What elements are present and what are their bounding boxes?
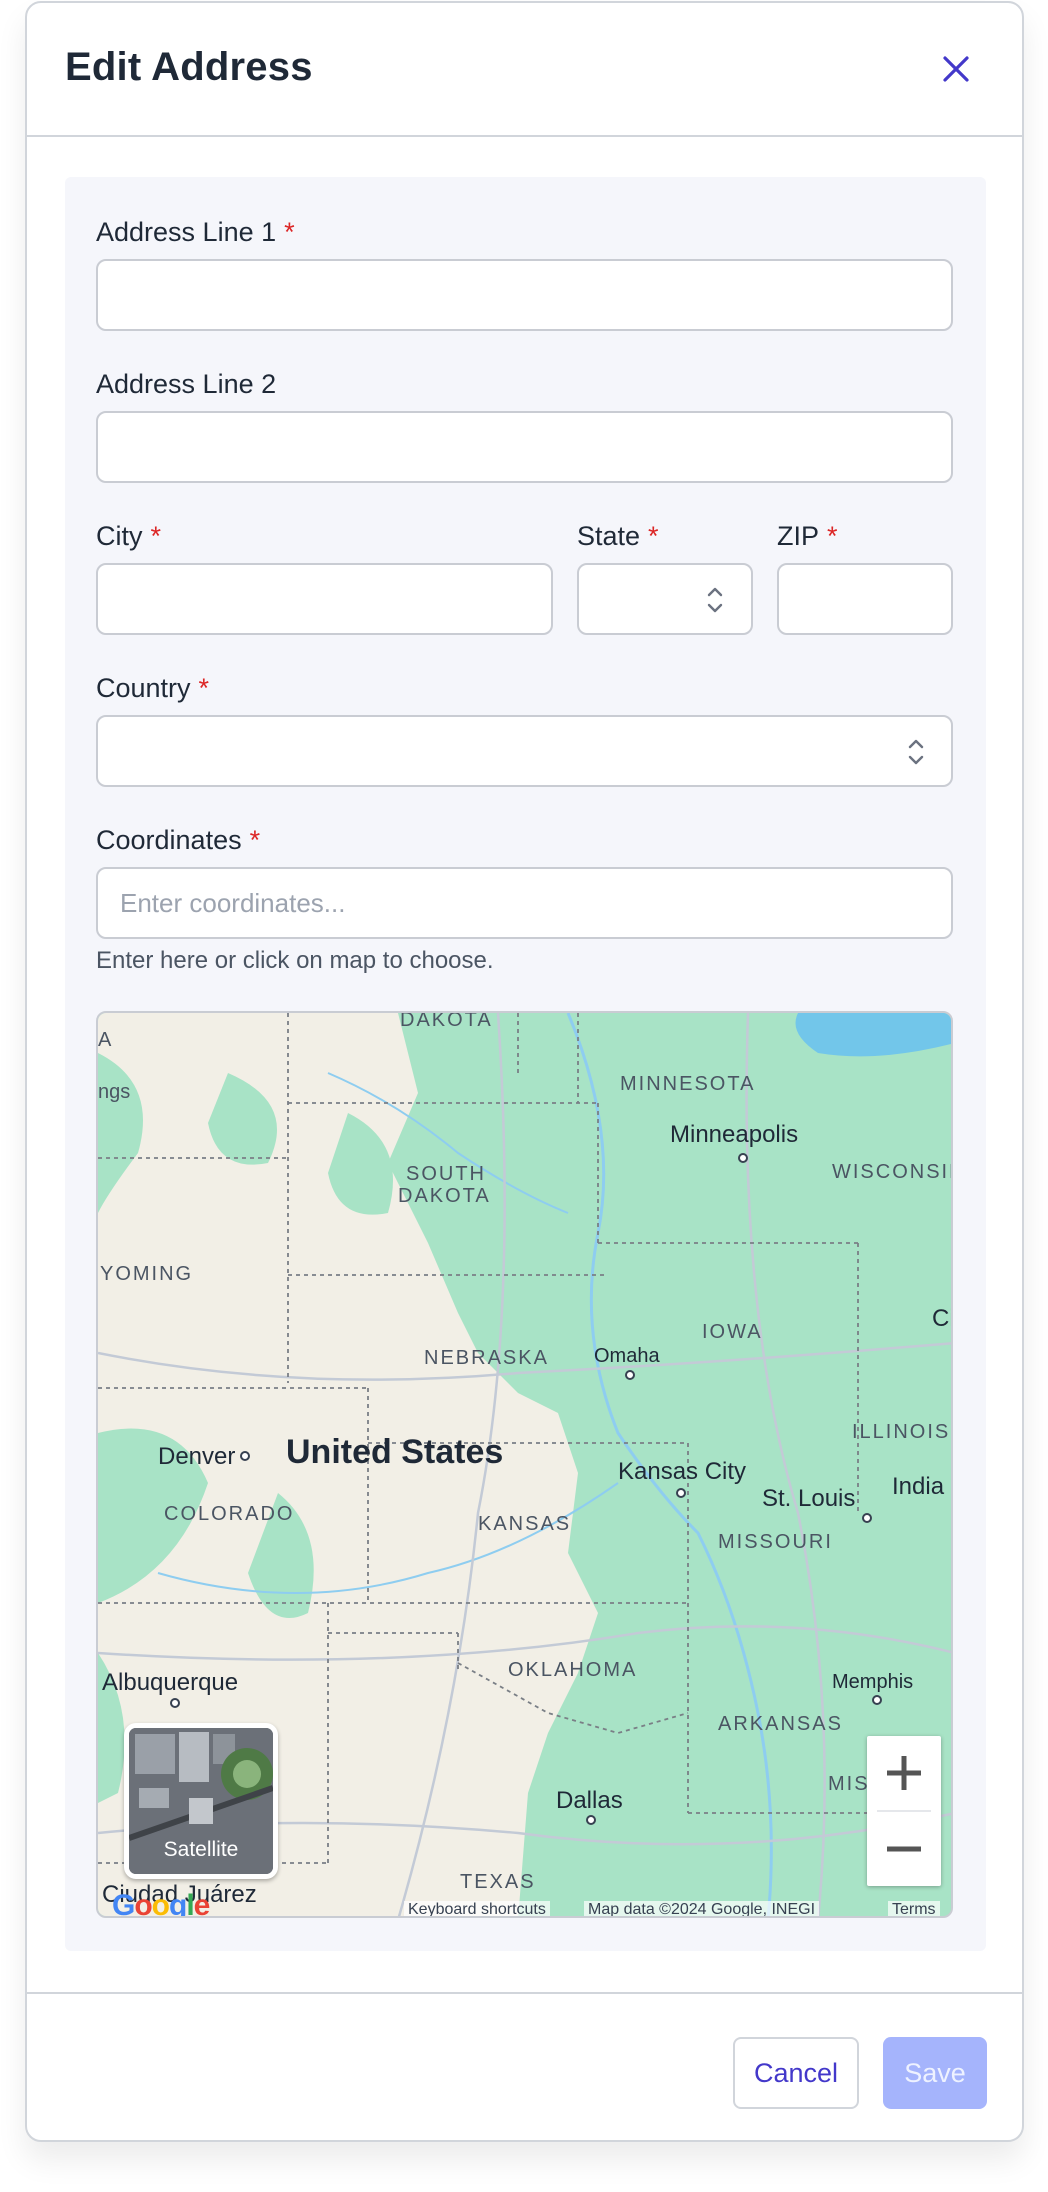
map-state-label: DAKOTA — [398, 1185, 491, 1207]
required-marker: * — [150, 521, 162, 551]
keyboard-shortcuts-link[interactable]: Keyboard shortcuts — [404, 1901, 550, 1916]
city-marker — [676, 1488, 686, 1498]
city-input[interactable] — [96, 563, 553, 635]
city-label: City * — [96, 521, 162, 551]
coordinates-label: Coordinates * — [96, 825, 261, 855]
close-icon — [943, 56, 969, 82]
zoom-in-button[interactable] — [867, 1736, 941, 1810]
country-label: Country * — [96, 673, 210, 703]
map-state-label: IOWA — [702, 1321, 763, 1343]
map-state-label: WISCONSIN — [832, 1161, 953, 1183]
address-form: Address Line 1 * Address Line 2 City * Sta… — [65, 177, 986, 1951]
map-city-label: St. Louis — [762, 1485, 856, 1512]
map-state-label: MIS — [828, 1773, 870, 1795]
city-marker — [586, 1815, 596, 1825]
map-state-label: NEBRASKA — [424, 1347, 549, 1369]
minus-icon — [887, 1846, 921, 1852]
address-line1-label: Address Line 1 * — [96, 217, 295, 247]
city-marker — [625, 1370, 635, 1380]
map-picker[interactable]: DAKOTA MINNESOTA SOUTH DAKOTA WISCONSIN … — [96, 1011, 953, 1918]
map-city-label: Kansas City — [618, 1458, 747, 1485]
map-city-label: Memphis — [832, 1671, 914, 1693]
save-button[interactable]: Save — [883, 2037, 987, 2109]
city-marker — [738, 1153, 748, 1163]
map-state-label: MISSOURI — [718, 1531, 833, 1553]
map-state-label: ILLINOIS — [852, 1421, 951, 1443]
map-state-label: COLORADO — [164, 1503, 295, 1525]
state-select[interactable] — [577, 563, 753, 635]
coordinates-hint: Enter here or click on map to choose. — [96, 947, 494, 974]
map-state-label: YOMING — [100, 1263, 194, 1285]
map-state-label: A — [98, 1029, 114, 1051]
dialog-header: Edit Address — [27, 3, 1022, 137]
zip-label: ZIP * — [777, 521, 838, 551]
map-city-label: Denver — [158, 1443, 236, 1470]
dialog-footer: Cancel Save — [27, 1992, 1022, 2140]
zoom-out-button[interactable] — [867, 1812, 941, 1886]
address-line1-input[interactable] — [96, 259, 953, 331]
map-city-label: Ci — [932, 1305, 953, 1332]
required-marker: * — [249, 825, 261, 855]
state-label: State * — [577, 521, 659, 551]
zip-input[interactable] — [777, 563, 953, 635]
edit-address-dialog: Edit Address Address Line 1 * Address Lin… — [25, 1, 1024, 2142]
cancel-button[interactable]: Cancel — [733, 2037, 859, 2109]
zoom-controls — [867, 1736, 941, 1886]
city-marker — [862, 1513, 872, 1523]
map-country-label: United States — [286, 1433, 504, 1471]
satellite-toggle[interactable]: Satellite — [124, 1723, 278, 1879]
close-button[interactable] — [938, 51, 974, 87]
plus-icon — [887, 1756, 921, 1790]
coordinates-input[interactable] — [96, 867, 953, 939]
map-state-label: OKLAHOMA — [508, 1659, 638, 1681]
required-marker: * — [284, 217, 295, 247]
map-data-attribution: Map data ©2024 Google, INEGI — [584, 1901, 820, 1916]
map-city-label: Albuquerque — [102, 1669, 239, 1696]
dialog-title: Edit Address — [65, 45, 313, 89]
map-state-label: ngs — [98, 1081, 131, 1103]
country-select[interactable] — [96, 715, 953, 787]
address-line2-input[interactable] — [96, 411, 953, 483]
chevron-up-down-icon — [908, 739, 924, 765]
chevron-up-down-icon — [707, 587, 723, 613]
address-line2-label: Address Line 2 — [96, 369, 277, 399]
map-city-label: Minneapolis — [670, 1121, 799, 1148]
map-state-label: MINNESOTA — [620, 1073, 756, 1095]
map-state-label: KANSAS — [478, 1513, 572, 1535]
terms-link[interactable]: Terms — [888, 1901, 940, 1916]
map-state-label: TEXAS — [460, 1871, 536, 1893]
google-logo: Google — [112, 1889, 210, 1918]
map-state-label: ARKANSAS — [718, 1713, 843, 1735]
map-state-label: DAKOTA — [400, 1011, 493, 1031]
map-city-label: Omaha — [594, 1345, 660, 1367]
city-marker — [170, 1698, 180, 1708]
satellite-label: Satellite — [163, 1838, 239, 1861]
required-marker: * — [648, 521, 659, 551]
map-state-label: SOUTH — [406, 1163, 486, 1185]
map-city-label: Dallas — [556, 1787, 623, 1814]
required-marker: * — [827, 521, 838, 551]
city-marker — [872, 1695, 882, 1705]
required-marker: * — [198, 673, 210, 703]
city-marker — [240, 1451, 250, 1461]
map-city-label: India — [892, 1473, 945, 1500]
